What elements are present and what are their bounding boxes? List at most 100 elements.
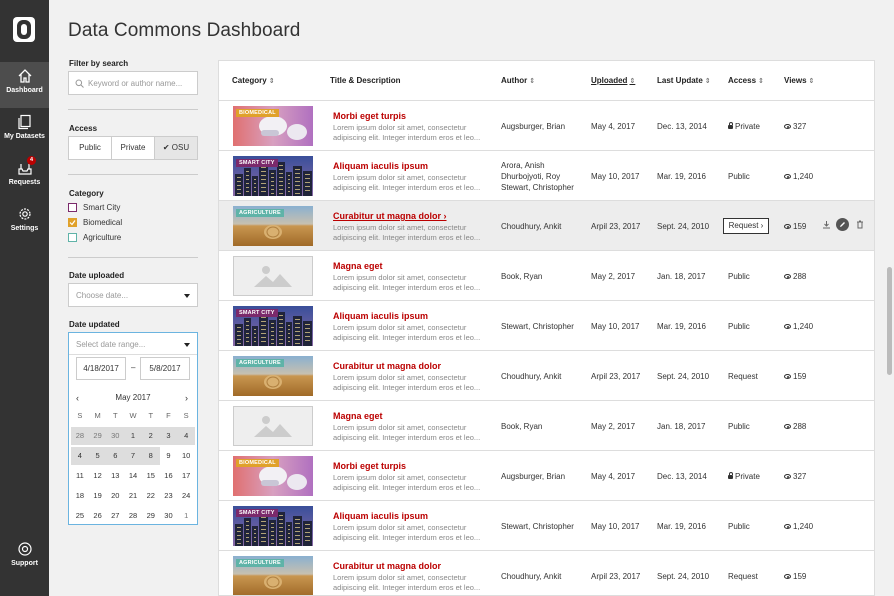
- dataset-thumbnail[interactable]: SMART CITY: [233, 156, 313, 196]
- chevron-left-icon[interactable]: ‹: [76, 393, 79, 403]
- calendar-day[interactable]: 19: [89, 487, 107, 505]
- dataset-description: Lorem ipsum dolor sit amet, consectetur …: [333, 323, 481, 342]
- calendar-day[interactable]: 17: [177, 467, 195, 485]
- calendar-day[interactable]: 1: [124, 427, 142, 445]
- dataset-description: Lorem ipsum dolor sit amet, consectetur …: [333, 223, 481, 242]
- calendar-day[interactable]: 23: [160, 487, 178, 505]
- calendar-day[interactable]: 8: [141, 447, 160, 465]
- calendar-day[interactable]: 6: [106, 447, 125, 465]
- calendar-day[interactable]: 15: [142, 467, 160, 485]
- calendar-day[interactable]: 22: [142, 487, 160, 505]
- calendar-day[interactable]: 16: [160, 467, 178, 485]
- dataset-title[interactable]: Aliquam iaculis ipsum: [333, 161, 428, 171]
- table-row[interactable]: Magna eget Lorem ipsum dolor sit amet, co…: [219, 401, 874, 451]
- table-row[interactable]: Magna eget Lorem ipsum dolor sit amet, co…: [219, 251, 874, 301]
- calendar-day[interactable]: 1: [177, 507, 195, 525]
- sidebar-item-support[interactable]: Support: [0, 535, 49, 581]
- column-header-uploaded[interactable]: Uploaded ⇕: [591, 76, 635, 85]
- calendar-day[interactable]: 4: [71, 447, 89, 465]
- sidebar-item-settings[interactable]: Settings: [0, 200, 49, 246]
- dataset-thumbnail[interactable]: SMART CITY: [233, 306, 313, 346]
- calendar-day[interactable]: 25: [71, 507, 89, 525]
- caret-down-icon: [184, 294, 190, 298]
- dataset-title[interactable]: Aliquam iaculis ipsum: [333, 311, 428, 321]
- dataset-title[interactable]: Aliquam iaculis ipsum: [333, 511, 428, 521]
- calendar-day[interactable]: 12: [89, 467, 107, 485]
- calendar-day[interactable]: 7: [124, 447, 142, 465]
- dataset-title[interactable]: Morbi eget turpis: [333, 461, 406, 471]
- dataset-thumbnail[interactable]: BIOMEDICAL: [233, 456, 313, 496]
- calendar-day[interactable]: 24: [177, 487, 195, 505]
- calendar-day[interactable]: 13: [106, 467, 124, 485]
- column-header-author[interactable]: Author ⇕: [501, 76, 535, 85]
- checkbox[interactable]: [68, 233, 77, 242]
- calendar-day[interactable]: 3: [159, 427, 178, 445]
- calendar-day[interactable]: 20: [106, 487, 124, 505]
- calendar-day[interactable]: 28: [71, 427, 89, 445]
- sidebar-item-dashboard[interactable]: Dashboard: [0, 62, 49, 108]
- trash-icon[interactable]: [856, 220, 864, 229]
- date-from-input[interactable]: 4/18/2017: [76, 357, 126, 380]
- request-access-button[interactable]: Request ›: [723, 218, 769, 234]
- column-header-views[interactable]: Views ⇕: [784, 76, 814, 85]
- calendar-day[interactable]: 18: [71, 487, 89, 505]
- sidebar-item-requests[interactable]: 4 Requests: [0, 154, 49, 200]
- dataset-thumbnail[interactable]: BIOMEDICAL: [233, 106, 313, 146]
- calendar-day[interactable]: 27: [106, 507, 124, 525]
- edit-icon[interactable]: [836, 218, 849, 231]
- access-option-private[interactable]: Private: [112, 137, 155, 159]
- calendar-day[interactable]: 4: [177, 427, 196, 445]
- calendar-day[interactable]: 11: [71, 467, 89, 485]
- table-row[interactable]: AGRICULTURE Curabitur ut magna dolor Lorem…: [219, 351, 874, 401]
- access-option-osu[interactable]: ✔ OSU: [155, 137, 197, 159]
- calendar-day[interactable]: 5: [88, 447, 107, 465]
- date-to-input[interactable]: 5/8/2017: [140, 357, 190, 380]
- calendar-day[interactable]: 9: [160, 447, 178, 465]
- column-header-category[interactable]: Category ⇕: [232, 76, 275, 85]
- scrollbar-thumb[interactable]: [887, 267, 892, 375]
- calendar-day[interactable]: 28: [124, 507, 142, 525]
- calendar-weekday: M: [94, 411, 101, 420]
- dataset-thumbnail[interactable]: SMART CITY: [233, 506, 313, 546]
- dataset-thumbnail[interactable]: AGRICULTURE: [233, 206, 313, 246]
- table-row[interactable]: SMART CITY Aliquam iaculis ipsum Lorem ips…: [219, 151, 874, 201]
- logo-icon[interactable]: [13, 17, 35, 42]
- search-input[interactable]: Keyword or author name...: [68, 71, 198, 95]
- dataset-title[interactable]: Morbi eget turpis: [333, 111, 406, 121]
- date-uploaded-dropdown[interactable]: Choose date...: [68, 283, 198, 307]
- dataset-title[interactable]: Magna eget: [333, 411, 383, 421]
- calendar-day[interactable]: 30: [160, 507, 178, 525]
- chevron-right-icon[interactable]: ›: [185, 393, 188, 403]
- calendar-day[interactable]: 2: [141, 427, 160, 445]
- sidebar-item-my-datasets[interactable]: My Datasets: [0, 108, 49, 154]
- calendar-day[interactable]: 14: [124, 467, 142, 485]
- column-header-last-update[interactable]: Last Update ⇕: [657, 76, 711, 85]
- table-row[interactable]: SMART CITY Aliquam iaculis ipsum Lorem ips…: [219, 301, 874, 351]
- dataset-title[interactable]: Curabitur ut magna dolor ›: [333, 211, 447, 221]
- checkbox[interactable]: [68, 203, 77, 212]
- checkbox-checked[interactable]: [68, 218, 77, 227]
- table-row[interactable]: BIOMEDICAL Morbi eget turpis Lorem ipsum d…: [219, 451, 874, 501]
- calendar-day[interactable]: 26: [89, 507, 107, 525]
- table-row[interactable]: AGRICULTURE Curabitur ut magna dolor Lorem…: [219, 551, 874, 595]
- dataset-thumbnail[interactable]: [233, 406, 313, 446]
- calendar-day[interactable]: 10: [177, 447, 195, 465]
- download-icon[interactable]: [822, 220, 831, 229]
- date-range-dropdown[interactable]: Select date range...: [69, 333, 197, 355]
- calendar-day[interactable]: 29: [142, 507, 160, 525]
- dataset-thumbnail[interactable]: AGRICULTURE: [233, 556, 313, 595]
- calendar-day[interactable]: 21: [124, 487, 142, 505]
- dataset-thumbnail[interactable]: [233, 256, 313, 296]
- dataset-title[interactable]: Curabitur ut magna dolor: [333, 561, 441, 571]
- access-option-public[interactable]: Public: [69, 137, 112, 159]
- dataset-thumbnail[interactable]: AGRICULTURE: [233, 356, 313, 396]
- table-row[interactable]: BIOMEDICAL Morbi eget turpis Lorem ipsum d…: [219, 101, 874, 151]
- column-header-access[interactable]: Access ⇕: [728, 76, 764, 85]
- table-row[interactable]: AGRICULTURE Curabitur ut magna dolor › Lor…: [219, 201, 874, 251]
- dataset-title[interactable]: Magna eget: [333, 261, 383, 271]
- calendar-day[interactable]: 30: [106, 427, 125, 445]
- calendar-day[interactable]: 29: [88, 427, 107, 445]
- view-count-value: 327: [793, 472, 807, 481]
- dataset-title[interactable]: Curabitur ut magna dolor: [333, 361, 441, 371]
- table-row[interactable]: SMART CITY Aliquam iaculis ipsum Lorem ips…: [219, 501, 874, 551]
